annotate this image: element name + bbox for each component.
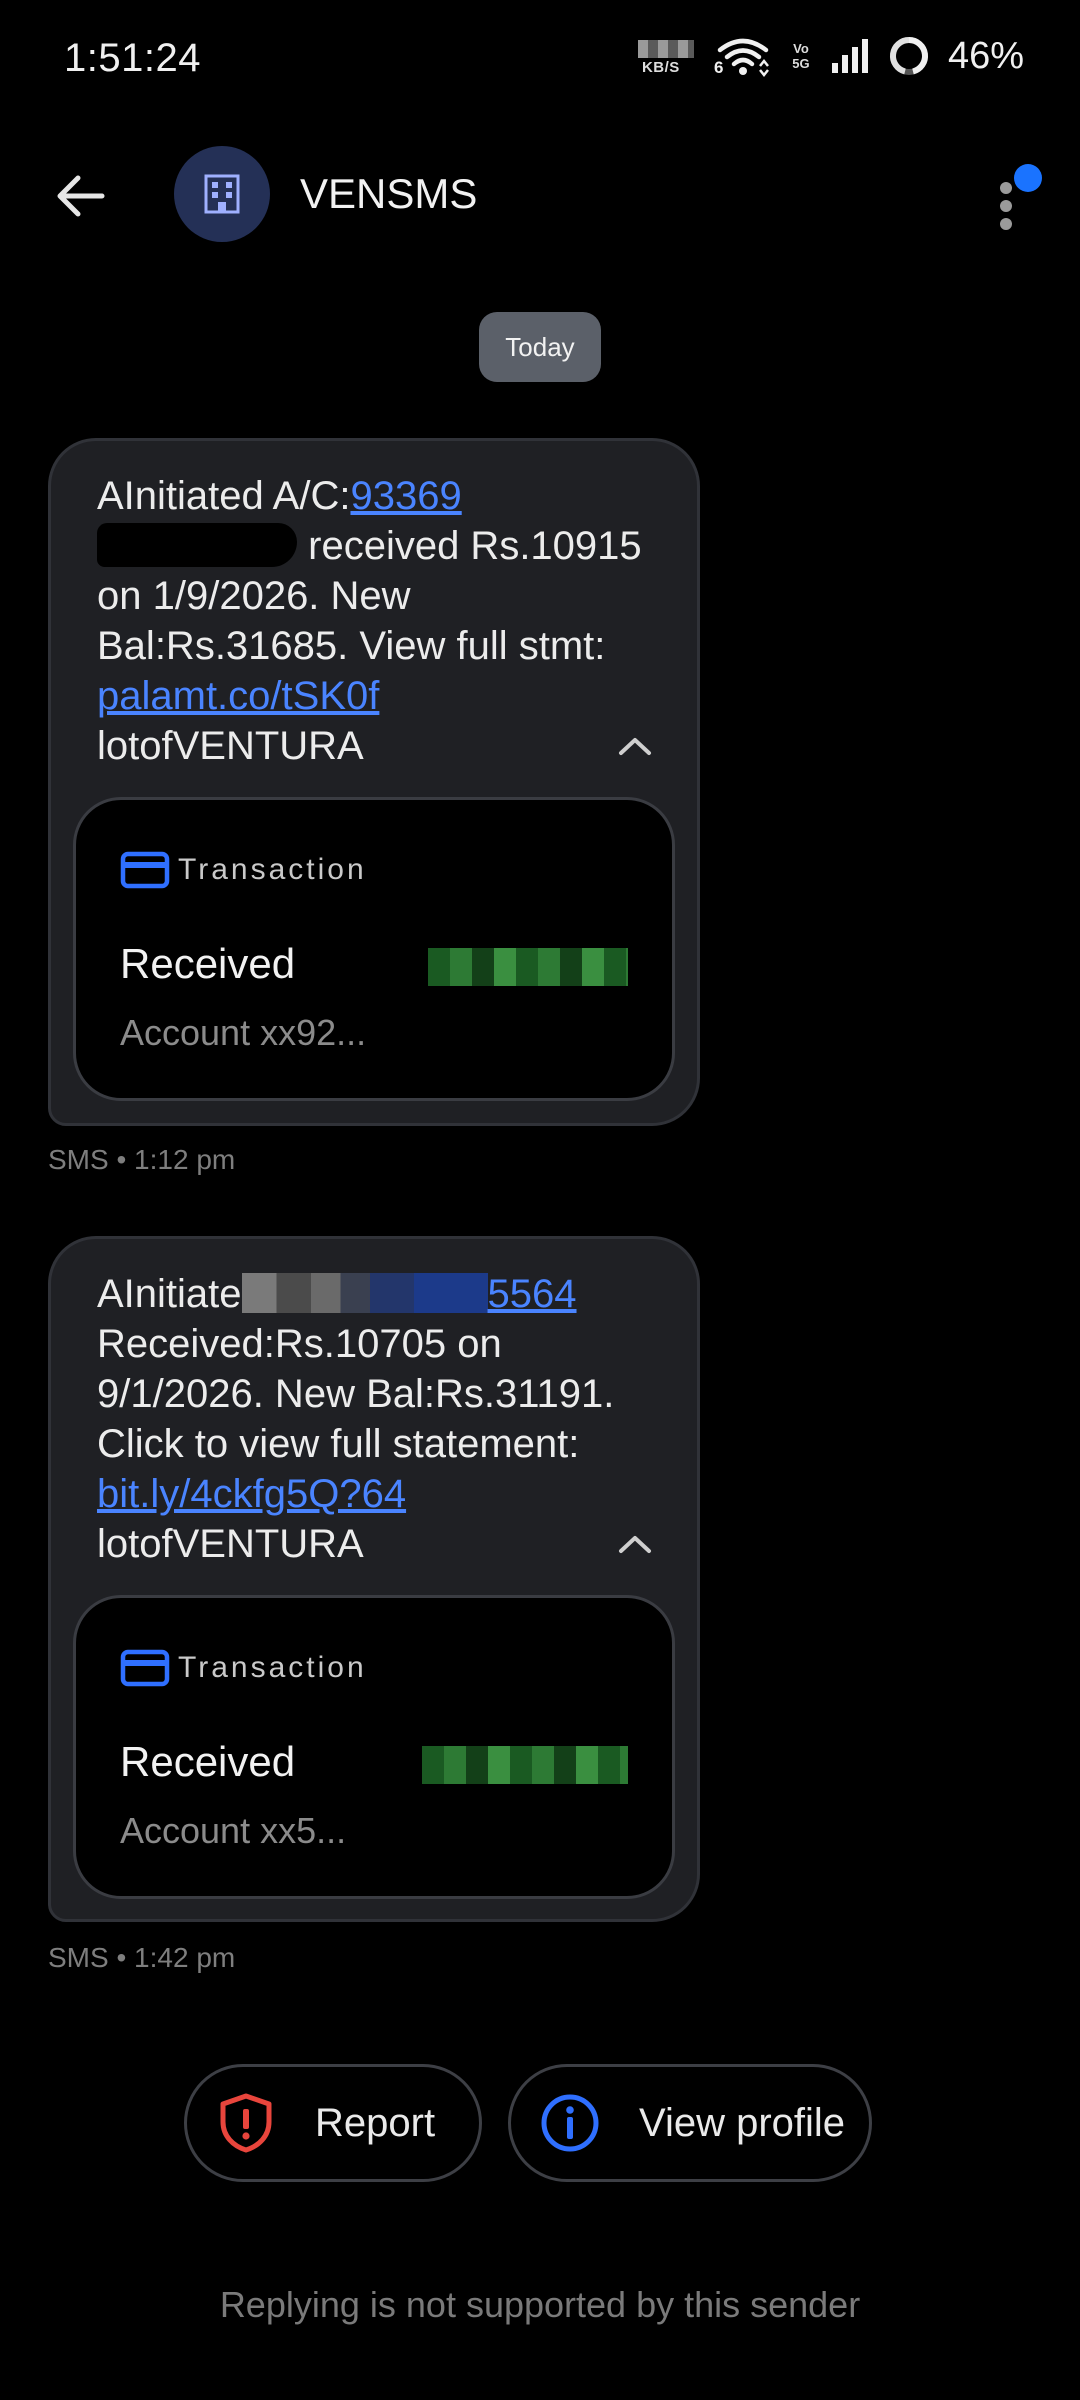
- message-body: Received:Rs.10705 on 9/1/2026. New Bal:R…: [97, 1322, 615, 1466]
- card-account: Account xx92...: [120, 1012, 367, 1053]
- message-signature: lotofVENTURA: [97, 1522, 364, 1566]
- message-prefix: AInitiate: [97, 1272, 242, 1316]
- account-link[interactable]: 93369: [350, 474, 461, 518]
- message-signature: lotofVENTURA: [97, 724, 364, 768]
- status-time: 1:51:24: [64, 36, 201, 80]
- network-speed-icon: KB/S: [637, 36, 696, 76]
- card-status: Received: [120, 1738, 296, 1785]
- status-icons: KB/S 6 Vo 5G 46%: [637, 34, 1024, 78]
- avatar[interactable]: [174, 146, 270, 242]
- redacted-amount: [422, 1746, 628, 1784]
- redacted-block: [241, 1273, 488, 1313]
- view-profile-label: View profile: [639, 2100, 846, 2145]
- battery-ring-icon: [888, 35, 930, 77]
- wifi-icon: 6: [714, 34, 772, 78]
- message-bubble[interactable]: AInitiate 5564 Received:Rs.10705 on 9/1/2…: [48, 1236, 700, 1922]
- date-chip: Today: [479, 312, 601, 382]
- contact-name[interactable]: VENSMS: [300, 170, 477, 218]
- view-profile-button[interactable]: View profile: [508, 2064, 872, 2182]
- credit-card-icon: [120, 1649, 170, 1687]
- message-bubble[interactable]: AInitiated A/C:93369 received Rs.10915 o…: [48, 438, 700, 1126]
- card-type-label: Transaction: [178, 853, 367, 886]
- signal-icon: [830, 37, 870, 75]
- redacted-amount: [428, 948, 628, 986]
- wifi-label: 6: [713, 58, 724, 77]
- card-type-label: Transaction: [178, 1651, 367, 1684]
- collapse-chevron-icon[interactable]: [615, 731, 655, 761]
- shield-alert-icon: [220, 2093, 272, 2153]
- info-icon: [541, 2094, 599, 2152]
- status-bar: 1:51:24 KB/S 6 Vo 5G 46%: [0, 0, 1080, 120]
- speed-unit: KB/S: [641, 59, 680, 76]
- report-button[interactable]: Report: [184, 2064, 482, 2182]
- more-options-icon[interactable]: [986, 160, 1046, 240]
- message-text[interactable]: AInitiated A/C:93369 received Rs.10915 o…: [97, 471, 657, 771]
- transaction-card[interactable]: Transaction Received Account xx5...: [73, 1595, 675, 1899]
- transaction-card[interactable]: Transaction Received Account xx92...: [73, 797, 675, 1101]
- card-account: Account xx5...: [120, 1810, 347, 1851]
- card-status: Received: [120, 940, 296, 987]
- message-prefix: AInitiated A/C:: [97, 474, 351, 518]
- back-arrow-icon[interactable]: [52, 168, 108, 224]
- card-header: Transaction: [120, 850, 367, 890]
- message-meta: SMS • 1:42 pm: [48, 1942, 236, 1973]
- message-text[interactable]: AInitiate 5564 Received:Rs.10705 on 9/1/2…: [97, 1269, 657, 1569]
- statement-link[interactable]: palamt.co/tSK0f: [97, 674, 379, 718]
- redacted-block: [97, 523, 297, 567]
- collapse-chevron-icon[interactable]: [615, 1529, 655, 1559]
- credit-card-icon: [120, 851, 170, 889]
- battery-percent: 46%: [947, 34, 1024, 77]
- card-header: Transaction: [120, 1648, 367, 1688]
- account-link[interactable]: 5564: [488, 1272, 577, 1316]
- message-meta: SMS • 1:12 pm: [48, 1144, 236, 1175]
- building-icon: [204, 174, 240, 214]
- statement-link[interactable]: bit.ly/4ckfg5Q?64: [97, 1472, 406, 1516]
- reply-disabled-note: Replying is not supported by this sender: [219, 2284, 861, 2325]
- app-bar: VENSMS: [0, 140, 1080, 250]
- volte-icon: Vo 5G: [792, 41, 810, 71]
- report-label: Report: [315, 2100, 436, 2145]
